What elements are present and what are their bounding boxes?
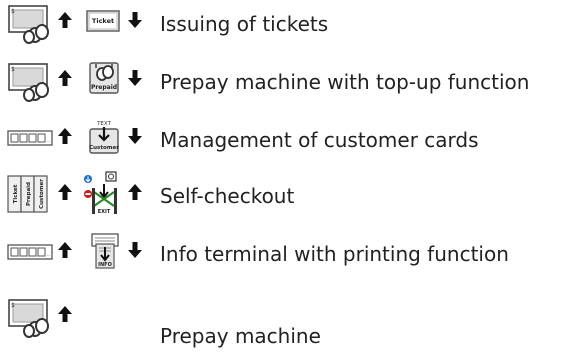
arrow-down-icon <box>127 241 143 259</box>
svg-text:Ticket: Ticket <box>92 17 114 25</box>
arrow-up-icon <box>57 183 73 201</box>
svg-text:$: $ <box>11 66 15 73</box>
svg-text:..: .. <box>47 138 51 144</box>
svg-text:INFO: INFO <box>98 262 112 268</box>
list-item: $ Prepaid Prepay machine with top-up fun… <box>0 60 561 104</box>
svg-text:Prepaid: Prepaid <box>26 182 32 206</box>
cash-card-icon: $ <box>7 296 53 338</box>
arrow-down-icon <box>127 127 143 145</box>
item-label: Prepay machine <box>160 324 321 348</box>
info-printer-icon: INFO <box>90 232 120 272</box>
arrow-down-icon <box>127 69 143 87</box>
card-reader-display-icon: .. <box>7 128 53 148</box>
item-label: Self-checkout <box>160 184 295 208</box>
item-label: Management of customer cards <box>160 128 479 152</box>
ticket-icon: Ticket <box>86 8 120 34</box>
list-item: $ Prepay machine <box>0 296 561 348</box>
exit-barrier-icon: EXIT <box>80 170 126 216</box>
list-item: $ Ticket Issuing of tickets <box>0 2 561 46</box>
svg-text:Ticket: Ticket <box>13 184 19 203</box>
svg-text:Prepaid: Prepaid <box>91 84 117 91</box>
item-label: Issuing of tickets <box>160 12 329 36</box>
arrow-up-icon <box>57 305 73 323</box>
item-label: Info terminal with printing function <box>160 242 509 266</box>
svg-text:TEXT: TEXT <box>96 121 112 127</box>
svg-text:Customer: Customer <box>89 145 119 151</box>
list-item: Ticket Prepaid Customer EXIT Self-checko… <box>0 171 561 218</box>
list-item: .. TEXT Customer Management of customer … <box>0 118 561 162</box>
customer-card-icon: TEXT Customer <box>87 118 121 156</box>
prepaid-card-icon: Prepaid <box>87 60 121 96</box>
arrow-down-icon <box>127 11 143 29</box>
arrow-up-icon <box>127 183 143 201</box>
cash-card-icon: $ <box>7 60 53 102</box>
cash-card-icon: $ <box>7 2 53 44</box>
svg-text:$: $ <box>11 8 15 15</box>
arrow-up-icon <box>57 69 73 87</box>
list-item: .. INFO Info terminal with printing func… <box>0 232 561 276</box>
arrow-up-icon <box>57 11 73 29</box>
svg-text:..: .. <box>47 252 51 258</box>
svg-text:EXIT: EXIT <box>98 209 111 215</box>
arrow-up-icon <box>57 241 73 259</box>
svg-text:Customer: Customer <box>39 179 45 209</box>
item-label: Prepay machine with top-up function <box>160 70 530 94</box>
arrow-up-icon <box>57 127 73 145</box>
card-reader-display-icon: .. <box>7 242 53 262</box>
ticket-prepaid-customer-stack-icon: Ticket Prepaid Customer <box>7 174 49 214</box>
svg-text:$: $ <box>11 302 15 309</box>
